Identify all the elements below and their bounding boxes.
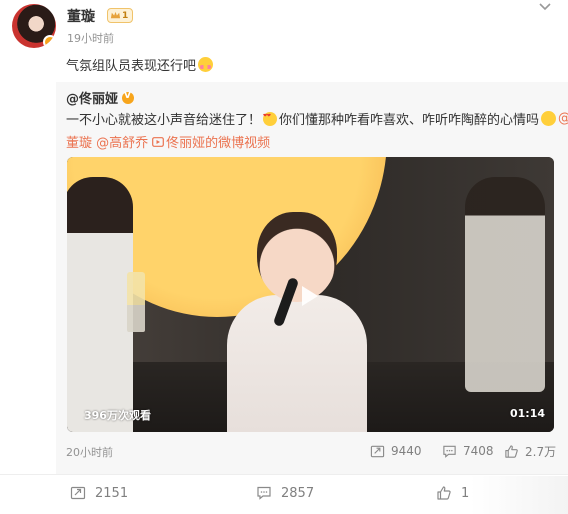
chevron-down-icon[interactable] [538,2,552,12]
mention-at-symbol[interactable]: @ [558,111,568,126]
video-source-link[interactable]: 佟丽娅的微博视频 [166,132,270,151]
reposted-post[interactable]: @佟丽娅 一不小心就被这小声音给迷住了！ 你们懂那种咋看咋喜欢、咋听咋陶醉的心情… [56,82,568,474]
post-timestamp[interactable]: 19小时前 [67,30,114,46]
thinking-emoji-icon [541,111,557,126]
reposted-author[interactable]: @佟丽娅 [66,88,135,107]
verified-v-icon [122,91,135,104]
video-duration: 01:14 [509,407,545,420]
comment-count: 2857 [281,485,315,501]
video-view-count: 396万次观看 [84,409,151,422]
author-name[interactable]: 董璇 [67,6,95,26]
reposted-author-name[interactable]: @佟丽娅 [66,88,118,107]
weibo-post-card: 董璇 1 19小时前 气氛组队员表现还行吧 @佟丽娅 一不小心就被这小声音给迷住… [0,0,568,514]
edge-fade-overlay [470,476,568,514]
thumbs-up-icon [505,444,518,458]
reposted-text-part1: 一不小心就被这小声音给迷住了！ [66,113,262,128]
video-person-left [67,177,133,432]
verified-badge-icon [43,35,56,48]
post-content: 气氛组队员表现还行吧 [66,55,214,74]
repost-icon [70,486,86,500]
reposted-like-count: 2.7万 [525,444,557,459]
reposted-text-line-2: 董璇 @高舒乔 佟丽娅的微博视频 [66,132,270,151]
comment-button[interactable]: 2857 [256,483,314,503]
action-bar-divider [0,474,568,475]
video-player[interactable]: 396万次观看 01:14 [67,157,554,432]
crown-icon [110,11,121,19]
video-girl-body [227,295,367,432]
mention-dongxuan-link[interactable]: 董璇 [66,132,92,151]
reposted-comment-button[interactable]: 7408 [442,442,494,460]
play-icon [302,286,318,306]
mention-gaoshuqiao-link[interactable]: @高舒乔 [96,132,148,151]
blush-emoji-icon [198,57,214,72]
reposted-repost-button[interactable]: 9440 [370,442,422,460]
video-person-right [465,177,545,392]
reposted-comment-count: 7408 [463,444,494,458]
repost-count: 2151 [95,485,129,501]
post-text: 气氛组队员表现还行吧 [66,59,197,74]
thumbs-up-icon [437,486,451,500]
author-avatar[interactable] [12,4,56,48]
reposted-repost-count: 9440 [391,444,422,458]
member-level-number: 1 [122,10,129,21]
comment-icon [257,486,271,500]
heart-eyes-emoji-icon [263,111,278,126]
play-button[interactable] [289,277,327,315]
reposted-timestamp[interactable]: 20小时前 [66,444,113,460]
video-link-icon [152,136,165,147]
reposted-text-part2: 你们懂那种咋看咋喜欢、咋听咋陶醉的心情吗 [279,113,540,128]
reposted-text-line-1: 一不小心就被这小声音给迷住了！ 你们懂那种咋看咋喜欢、咋听咋陶醉的心情吗 @ [66,109,568,128]
like-button[interactable]: 1 [436,483,469,503]
member-level-badge[interactable]: 1 [107,8,133,23]
reposted-like-button[interactable]: 2.7万 [504,442,556,460]
repost-button[interactable]: 2151 [70,483,128,503]
comment-icon [443,445,456,458]
champagne-glass [127,272,145,332]
like-count: 1 [461,485,470,501]
repost-icon [370,445,385,457]
